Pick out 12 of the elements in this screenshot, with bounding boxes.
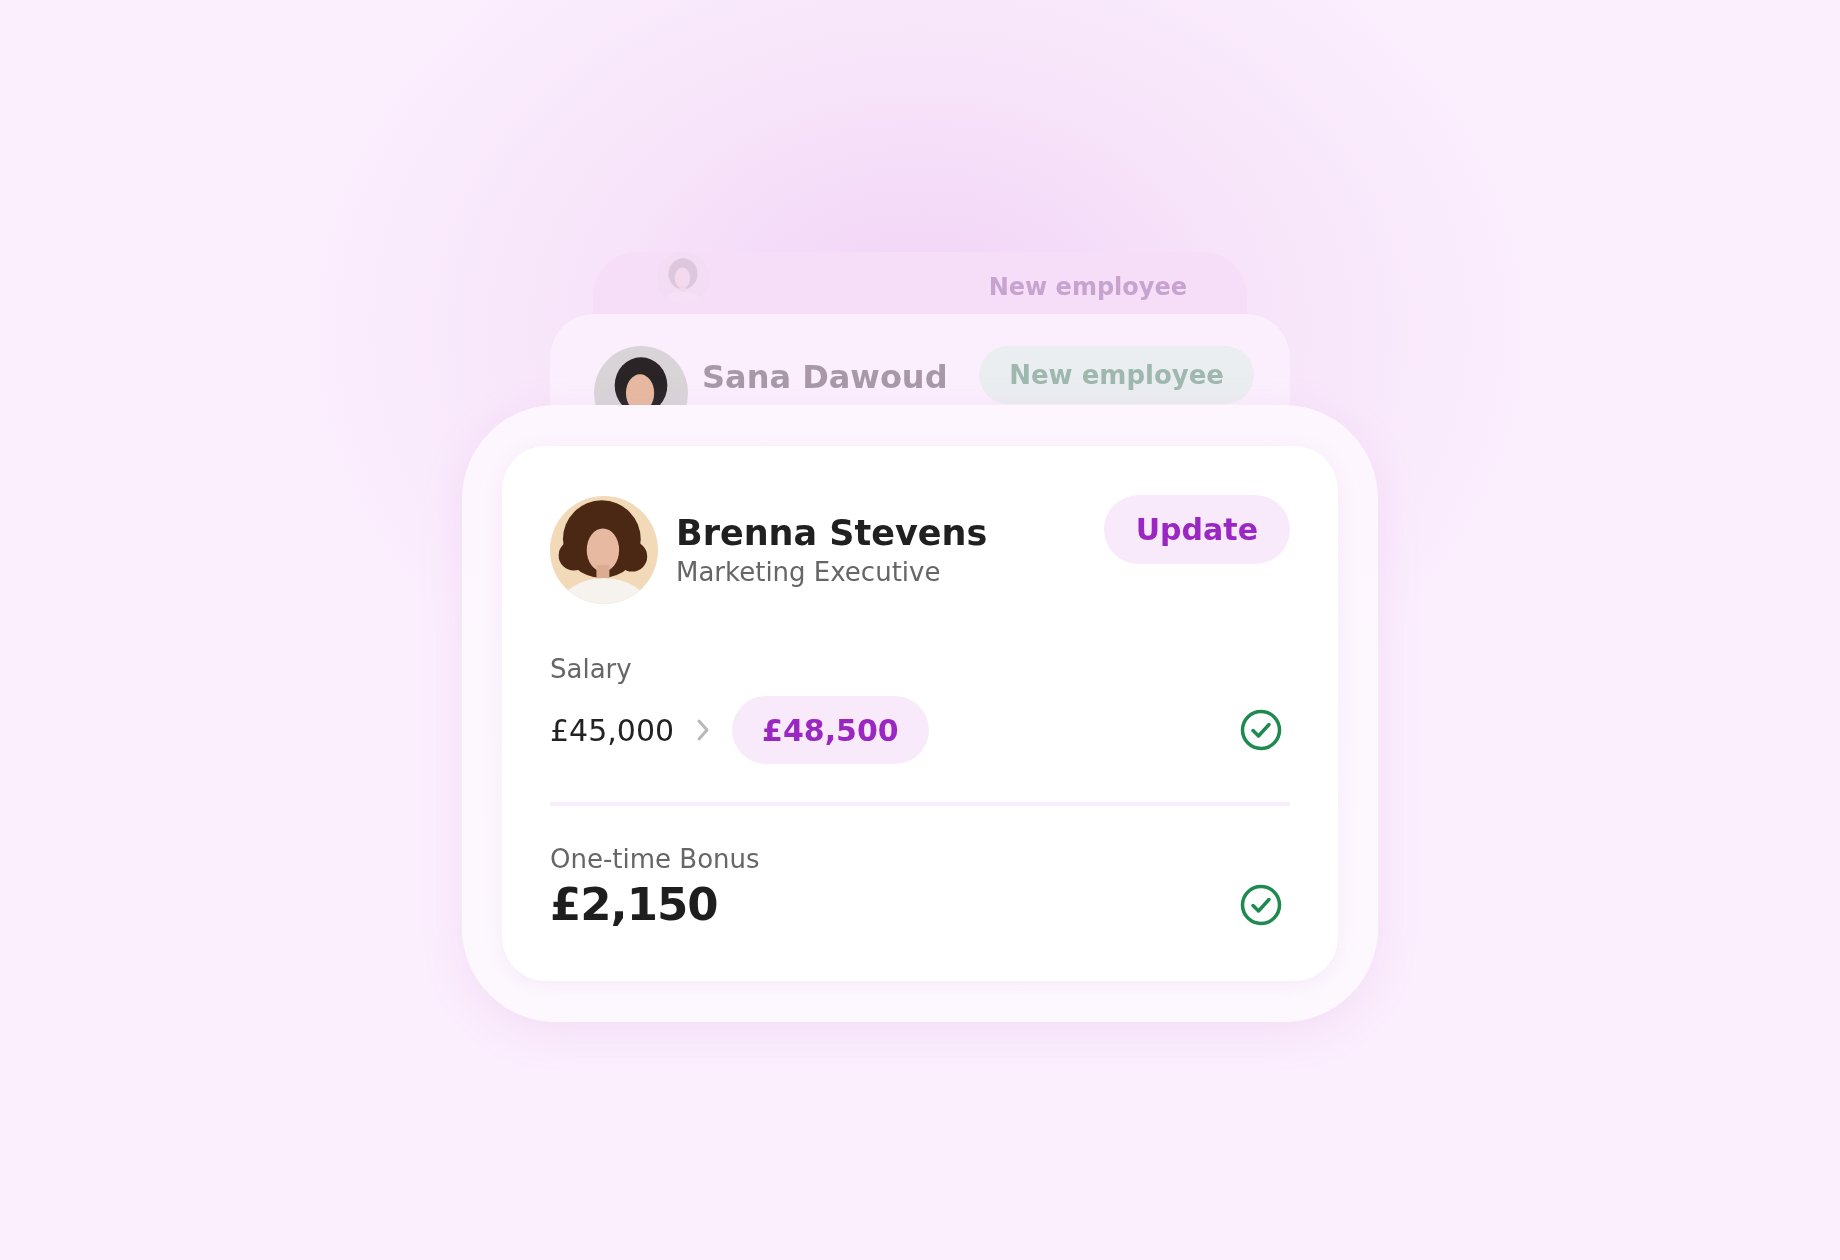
field-label: One-time Bonus <box>550 844 761 874</box>
status-badge: New employee <box>979 346 1254 404</box>
update-button[interactable]: Update <box>1103 495 1290 564</box>
employee-name: Sana Dawoud <box>702 358 948 396</box>
field-label: Salary <box>550 654 633 684</box>
status-label: New employee <box>988 272 1187 302</box>
new-value: £48,500 <box>732 696 929 764</box>
chevron-right-icon <box>696 718 711 742</box>
old-value: £45,000 <box>550 712 675 748</box>
bonus-amount: £2,150 <box>550 878 718 931</box>
employee-name: Brenna Stevens <box>676 513 988 553</box>
job-title: Marketing Executive <box>676 557 942 587</box>
